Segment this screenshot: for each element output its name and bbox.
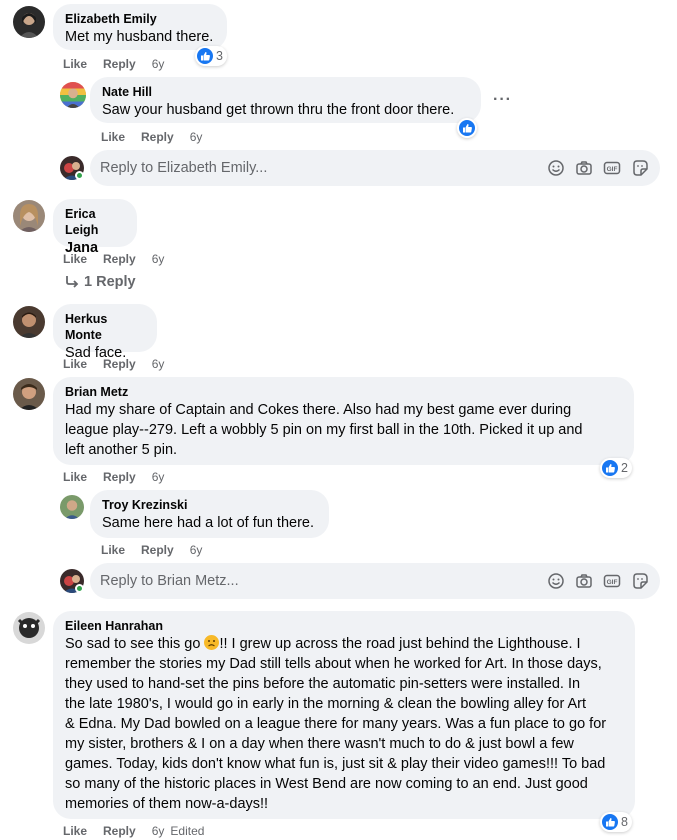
view-replies-label: 1 Reply — [84, 274, 136, 290]
more-icon[interactable]: ··· — [493, 91, 512, 109]
comment-text-line: league play--279. Left a wobbly 5 pin on… — [65, 422, 583, 438]
gif-icon[interactable]: GIF — [602, 158, 622, 178]
like-button[interactable]: Like — [63, 356, 87, 372]
avatar[interactable] — [13, 306, 45, 338]
comment-author[interactable]: Elizabeth Emily — [65, 11, 215, 27]
camera-icon[interactable] — [574, 571, 594, 591]
reply-placeholder: Reply to Brian Metz... — [100, 573, 239, 589]
comment-author[interactable]: Nate Hill — [102, 84, 469, 100]
comment-bubble: Brian Metz Had my share of Captain and C… — [53, 377, 634, 465]
svg-text:GIF: GIF — [607, 166, 618, 173]
reaction-number: 3 — [216, 49, 223, 63]
reaction-count[interactable]: 2 — [600, 458, 632, 478]
comment-bubble: Herkus Monte Sad face. — [53, 304, 157, 361]
comment-author[interactable]: Erica Leigh — [65, 206, 125, 238]
reaction-count[interactable] — [457, 118, 477, 138]
timestamp[interactable]: 6y — [190, 129, 203, 145]
reply-button[interactable]: Reply — [141, 129, 174, 145]
comment-actions: Like Reply 6y — [63, 56, 180, 72]
like-button[interactable]: Like — [63, 251, 87, 267]
online-indicator — [75, 584, 84, 593]
like-icon — [197, 48, 213, 64]
reply-bubble: Troy Krezinski Same here had a lot of fu… — [90, 490, 329, 538]
reply-input[interactable]: Reply to Elizabeth Emily... GIF — [90, 150, 660, 186]
comment-bubble: Eileen Hanrahan So sad to see this go !!… — [53, 611, 635, 819]
reply-bubble: Nate Hill Saw your husband get thrown th… — [90, 77, 481, 123]
comment-author[interactable]: Herkus Monte — [65, 311, 145, 343]
avatar[interactable] — [60, 82, 86, 108]
sticker-icon[interactable] — [630, 158, 650, 178]
camera-icon[interactable] — [574, 158, 594, 178]
svg-text:GIF: GIF — [607, 579, 618, 586]
comment-bubble: Elizabeth Emily Met my husband there. — [53, 4, 227, 50]
comment-text-line: left another 5 pin. — [65, 442, 178, 458]
reaction-count[interactable]: 8 — [600, 812, 632, 832]
like-icon — [459, 120, 475, 136]
comment-actions: Like Reply 6y Edited — [63, 823, 220, 839]
sticker-icon[interactable] — [630, 571, 650, 591]
comment-text: Same here had a lot of fun there. — [102, 515, 314, 531]
timestamp[interactable]: 6y — [152, 56, 165, 72]
timestamp[interactable]: 6y — [190, 542, 203, 558]
comment-actions: Like Reply 6y — [63, 469, 180, 485]
avatar[interactable] — [13, 200, 45, 232]
sad-emoji-icon — [204, 635, 220, 650]
like-button[interactable]: Like — [63, 823, 87, 839]
reply-input[interactable]: Reply to Brian Metz... GIF — [90, 563, 660, 599]
comment-author[interactable]: Brian Metz — [65, 384, 622, 400]
comment-text-line: Had my share of Captain and Cokes there.… — [65, 402, 572, 418]
emoji-icon[interactable] — [546, 158, 566, 178]
reply-button[interactable]: Reply — [103, 469, 136, 485]
reply-arrow-icon — [66, 276, 79, 288]
timestamp[interactable]: 6y — [152, 469, 165, 485]
timestamp[interactable]: 6y — [152, 823, 165, 839]
comment-text-line: the late 1980's, I would go in early in … — [65, 696, 587, 712]
comment-text-line: So sad to see this go !! I grew up acros… — [65, 634, 623, 654]
avatar[interactable] — [13, 378, 45, 410]
comment-author[interactable]: Troy Krezinski — [102, 497, 317, 513]
avatar[interactable] — [60, 495, 84, 519]
edited-label: Edited — [170, 824, 205, 838]
reply-button[interactable]: Reply — [103, 823, 136, 839]
comment-actions: Like Reply 6y — [101, 542, 218, 558]
like-icon — [602, 814, 618, 830]
comment-text-line: & Edna. My Dad bowled on a league there … — [65, 716, 607, 732]
comment-text-line: remember the stories my Dad still tells … — [65, 656, 602, 672]
timestamp[interactable]: 6y — [152, 251, 165, 267]
avatar[interactable] — [13, 6, 45, 38]
comment-actions: Like Reply 6y — [63, 356, 180, 372]
reply-button[interactable]: Reply — [103, 356, 136, 372]
reaction-number: 8 — [621, 815, 628, 829]
avatar[interactable] — [13, 612, 45, 644]
comment-text: Saw your husband get thrown thru the fro… — [102, 102, 455, 118]
timestamp[interactable]: 6y — [152, 356, 165, 372]
reply-button[interactable]: Reply — [141, 542, 174, 558]
comment-text: Met my husband there. — [65, 29, 214, 45]
comment-text-line: my sister, brothers & I on a day when th… — [65, 736, 574, 752]
like-button[interactable]: Like — [63, 469, 87, 485]
comment-text-line: they used to hand-set the pins before th… — [65, 676, 581, 692]
like-button[interactable]: Like — [101, 129, 125, 145]
comment-actions: Like Reply 6y — [101, 129, 218, 145]
comment-text-segment: So sad to see this go — [65, 636, 205, 652]
like-button[interactable]: Like — [101, 542, 125, 558]
gif-icon[interactable]: GIF — [602, 571, 622, 591]
reply-placeholder: Reply to Elizabeth Emily... — [100, 160, 268, 176]
comment-text-line: games. Today, kids don't know what fun i… — [65, 756, 606, 772]
reaction-number: 2 — [621, 461, 628, 475]
online-indicator — [75, 171, 84, 180]
comment-text-line: memories of them now-a-days!! — [65, 796, 269, 812]
like-button[interactable]: Like — [63, 56, 87, 72]
reply-button[interactable]: Reply — [103, 251, 136, 267]
reply-button[interactable]: Reply — [103, 56, 136, 72]
comment-actions: Like Reply 6y — [63, 251, 180, 267]
emoji-icon[interactable] — [546, 571, 566, 591]
reaction-count[interactable]: 3 — [195, 46, 227, 66]
comment-text-segment: !! I grew up across the road just behind… — [219, 636, 581, 652]
like-icon — [602, 460, 618, 476]
comment-text-line: so many of the historic places in West B… — [65, 776, 588, 792]
view-replies-link[interactable]: 1 Reply — [64, 274, 136, 290]
comment-author[interactable]: Eileen Hanrahan — [65, 618, 623, 634]
comment-bubble: Erica Leigh Jana — [53, 199, 137, 256]
